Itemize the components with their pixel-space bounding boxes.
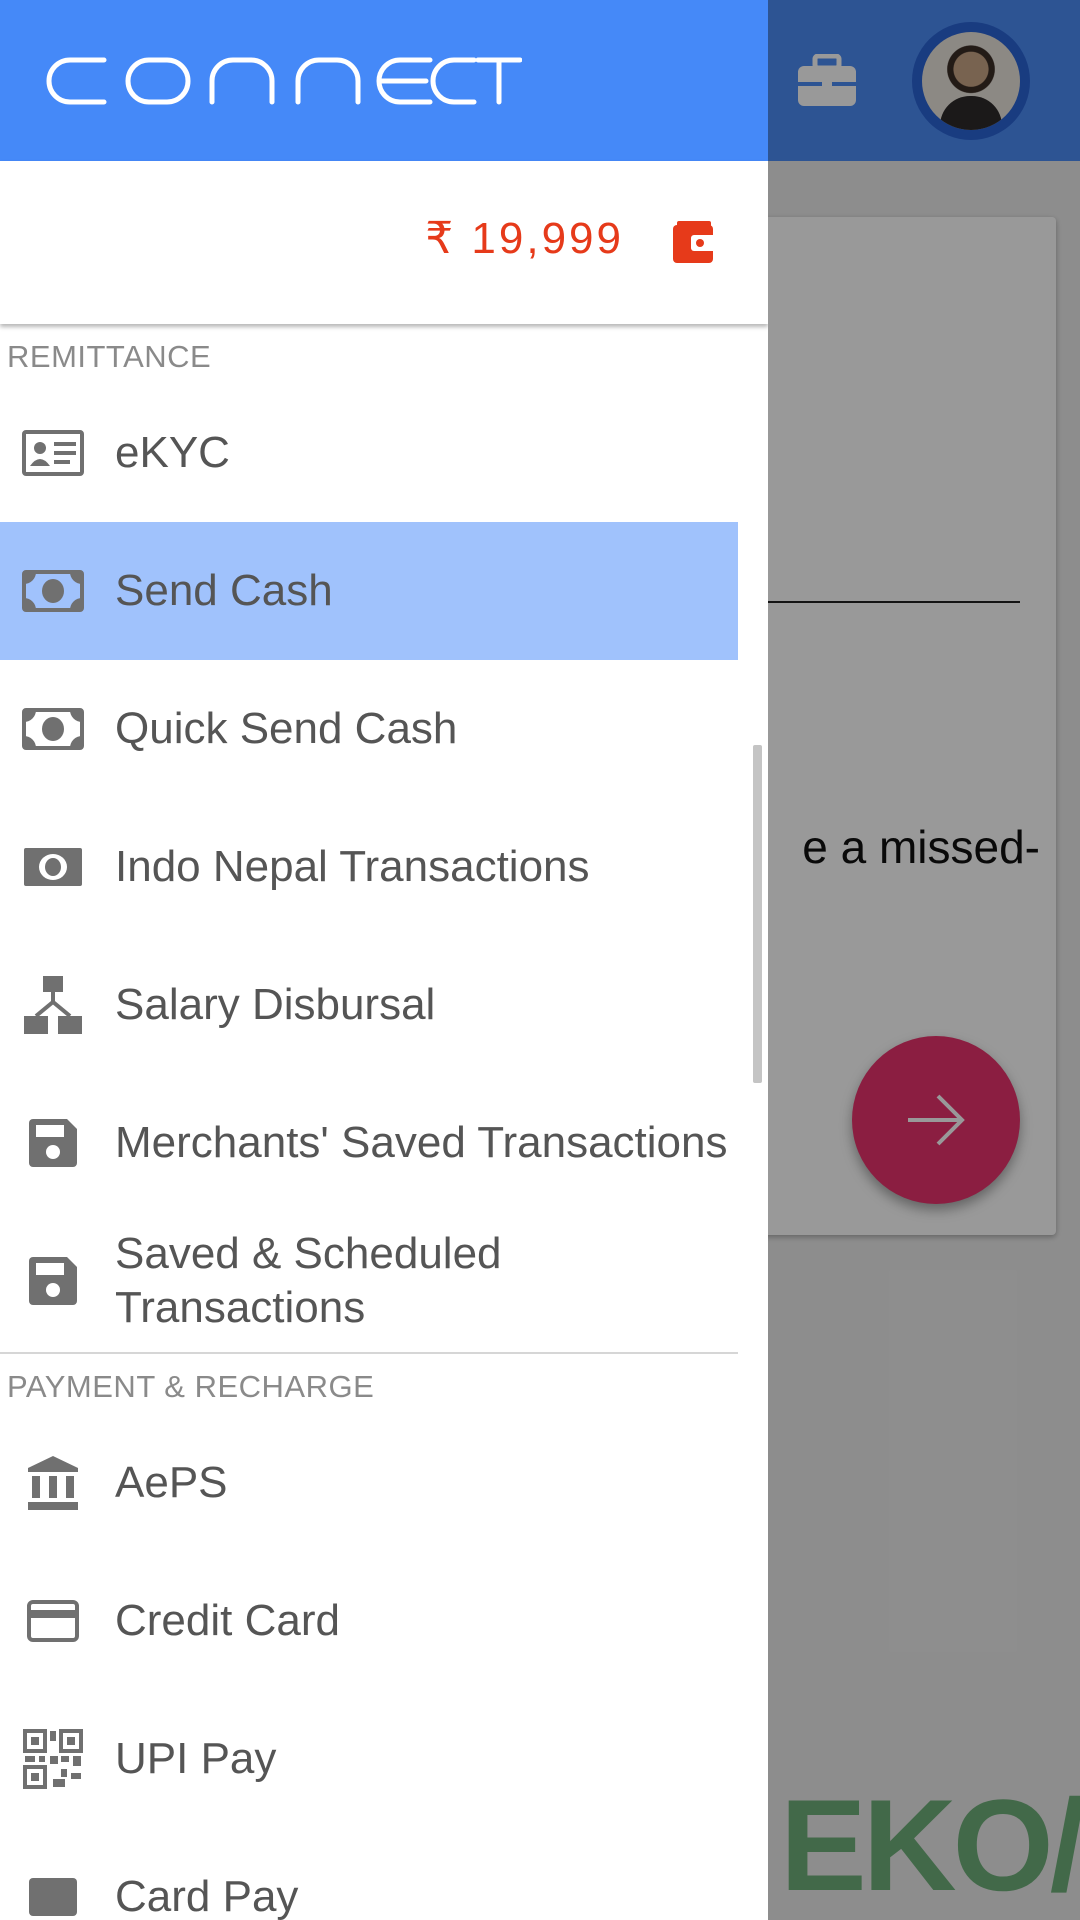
menu-item-ekyc[interactable]: eKYC [0,384,738,522]
menu-item-label: eKYC [115,428,230,477]
drawer-scrollbar[interactable] [753,745,762,1083]
menu-item-quick-send-cash[interactable]: Quick Send Cash [0,660,738,798]
menu-item-aeps[interactable]: AePS [0,1414,738,1552]
menu-item-label: Card Pay [115,1872,299,1920]
menu-item-label: AePS [115,1458,228,1507]
wallet-balance-row[interactable]: ₹ 19,999 [0,161,768,324]
menu-item-card-pay[interactable]: Card Pay [0,1828,738,1920]
menu-item-label: Indo Nepal Transactions [115,842,590,891]
menu-item-label: Send Cash [115,566,333,615]
menu-item-saved-scheduled-transactions[interactable]: Saved & Scheduled Transactions [0,1212,738,1350]
cash-icon [22,836,84,898]
wallet-icon[interactable] [673,221,717,263]
cash-icon [22,560,84,622]
menu-item-label: Quick Send Cash [115,704,458,753]
menu-item-merchants-saved-transactions[interactable]: Merchants' Saved Transactions [0,1074,738,1212]
bank-icon [22,1452,84,1514]
menu-item-credit-card[interactable]: Credit Card [0,1552,738,1690]
menu-item-label: Saved & Scheduled Transactions [115,1229,502,1332]
drawer-menu: REMITTANCE eKYC Send Cash Quick Send Cas… [0,324,738,1920]
cash-icon [22,698,84,760]
menu-item-upi-pay[interactable]: UPI Pay [0,1690,738,1828]
menu-item-indo-nepal-transactions[interactable]: Indo Nepal Transactions [0,798,738,936]
drawer-header [0,0,768,161]
qr-code-icon [22,1728,84,1790]
wallet-balance: ₹ 19,999 [425,214,624,263]
menu-item-label: Credit Card [115,1596,340,1645]
menu-item-salary-disbursal[interactable]: Salary Disbursal [0,936,738,1074]
menu-item-label: Merchants' Saved Transactions [115,1118,728,1167]
hierarchy-icon [22,974,84,1036]
menu-item-label: UPI Pay [115,1734,277,1783]
menu-item-label: Salary Disbursal [115,980,436,1029]
section-label-remittance: REMITTANCE [7,339,212,374]
navigation-drawer: ₹ 19,999 REMITTANCE eKYC Send Cash Quick… [0,0,768,1920]
save-icon [22,1250,84,1312]
menu-item-send-cash[interactable]: Send Cash [0,522,738,660]
save-icon [22,1112,84,1174]
connect-logo [46,57,522,104]
section-label-payment-recharge: PAYMENT & RECHARGE [7,1369,375,1404]
credit-card-icon [22,1590,84,1652]
card-icon [22,1866,84,1920]
id-card-icon [22,422,84,484]
